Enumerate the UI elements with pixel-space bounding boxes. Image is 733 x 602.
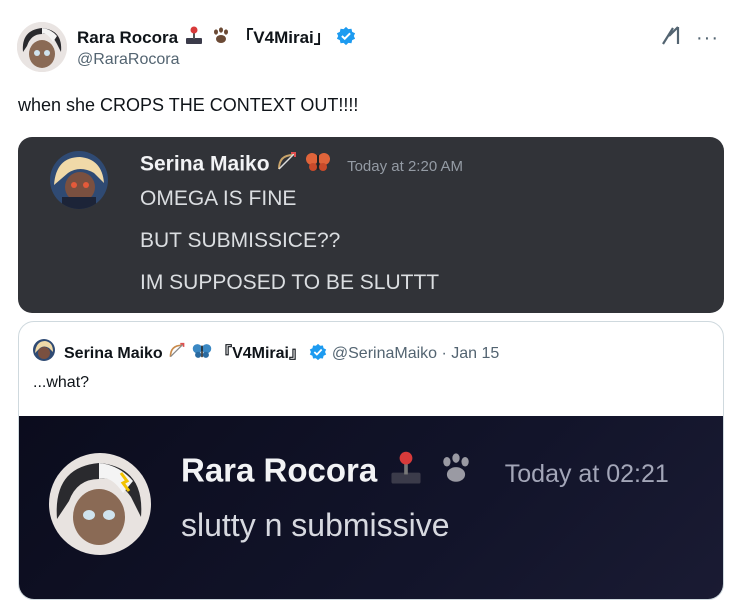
author-tag: 「V4Mirai」 [236,28,331,47]
discord-username: Serina Maiko [140,152,270,176]
rara-discord-avatar [49,453,151,555]
quoted-handle-date: @SerinaMaiko · Jan 15 [331,345,500,362]
discord-timestamp: Today at 02:21 [504,459,669,488]
discord-timestamp: Today at 2:20 AM [347,157,463,175]
butterfly-emoji [305,151,331,179]
author-avatar[interactable] [17,22,67,72]
quoted-post-text: ...what? [33,374,90,391]
verified-badge-icon [336,26,356,51]
more-options-icon[interactable]: ··· [696,28,719,48]
paw-emoji [210,26,232,51]
attached-image-1[interactable]: Serina Maiko Today at 2:20 AM OMEGA IS F… [18,137,724,313]
discord-message-line: OMEGA IS FINE [140,187,297,210]
discord-message-line: slutty n submissive [181,507,450,543]
discord-message-header: Rara Rocora Today at 02:21 [181,450,669,496]
paw-emoji [436,450,476,496]
author-handle[interactable]: @RaraRocora [77,51,180,69]
joystick-emoji [386,450,426,496]
serina-discord-avatar [50,151,108,209]
top-actions: ··· [660,24,719,51]
quoted-post-header: Serina Maiko 『V4Mirai』 @SerinaMaiko · Ja… [64,339,499,366]
bow-arrow-emoji [167,342,187,365]
discord-message-line: IM SUPPOSED TO BE SLUTTT [140,271,440,294]
quoted-author-name: Serina Maiko [64,345,163,362]
quoted-attached-image[interactable]: Rara Rocora Today at 02:21 slutty n subm… [19,416,723,599]
author-name[interactable]: Rara Rocora 「V4Mirai」 [77,23,356,51]
post-text: when she CROPS THE CONTEXT OUT!!!! [18,95,359,115]
discord-username: Rara Rocora [181,451,378,489]
quoted-author-tag: 『V4Mirai』 [216,345,305,362]
quoted-author-avatar [33,339,55,361]
blue-butterfly-emoji [192,342,212,365]
bow-arrow-emoji [275,151,299,179]
grok-icon[interactable] [660,24,682,51]
discord-message-header: Serina Maiko Today at 2:20 AM [140,151,463,179]
discord-message-line: BUT SUBMISSICE?? [140,229,341,252]
joystick-emoji [183,26,205,51]
verified-badge-icon [309,343,327,366]
quoted-post[interactable]: Serina Maiko 『V4Mirai』 @SerinaMaiko · Ja… [18,321,724,600]
author-display-name: Rara Rocora [77,28,179,47]
